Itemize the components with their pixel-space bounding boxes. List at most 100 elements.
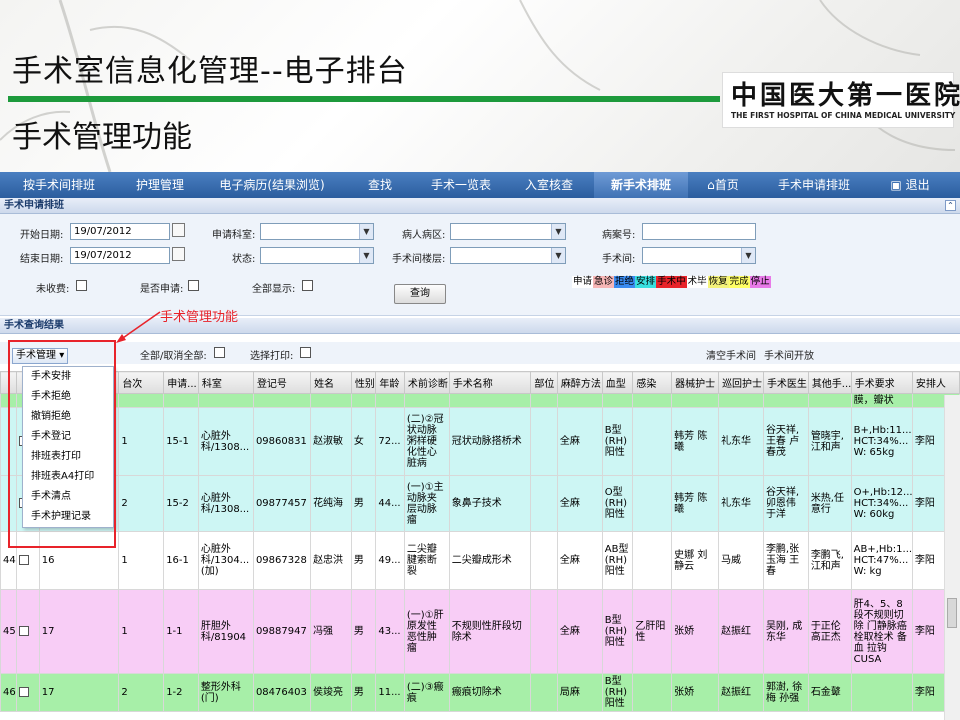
nav-new-schedule[interactable]: 新手术排班 <box>594 172 688 198</box>
col-header[interactable]: 性别 <box>350 371 377 394</box>
query-button[interactable]: 查询 <box>394 284 446 304</box>
table-cell: 全麻 <box>556 589 603 674</box>
cell-text: 男 <box>353 555 364 566</box>
col-header[interactable]: 台次 <box>118 371 165 394</box>
col-header[interactable]: 手术医生 <box>762 371 809 394</box>
row-checkbox[interactable] <box>19 555 30 565</box>
table-cell: 49... <box>375 531 405 590</box>
menu-item-register[interactable]: 手术登记 <box>23 427 113 447</box>
end-date-input[interactable]: 19/07/2012 <box>70 247 170 264</box>
cell-text: 1-2 <box>166 687 183 698</box>
menu-item-undo-reject[interactable]: 撤销拒绝 <box>23 407 113 427</box>
col-header[interactable]: 手术名称 <box>448 371 532 394</box>
menu-item-arrange[interactable]: 手术安排 <box>23 367 113 387</box>
cell-text: 二尖瓣成形术 <box>451 555 512 566</box>
col-header[interactable]: 手术要求 <box>850 371 913 394</box>
floor-select[interactable]: ▼ <box>450 247 566 264</box>
cell-text: 16 <box>41 555 55 566</box>
cell-text: 17 <box>41 687 55 698</box>
showall-checkbox[interactable] <box>302 280 313 291</box>
cell-text: 09877457 <box>255 498 307 509</box>
grid-header: 台次 申请... 科室 登记号 姓名 性别 年龄 术前诊断 手术名称 部位 麻醉… <box>0 371 960 394</box>
table-cell: 冠状动脉搭桥术 <box>448 407 532 476</box>
table-row[interactable]: 膜，瓣状 <box>0 393 960 408</box>
logo-cn-text: 中国医大第一医院 <box>731 81 960 111</box>
menu-item-count[interactable]: 手术清点 <box>23 487 113 507</box>
table-row[interactable]: 2 15-2 心脏外科/1308... 09877457 花纯海男 44... (一)①主动… <box>0 475 960 532</box>
unpaid-checkbox[interactable] <box>76 280 87 291</box>
col-header[interactable]: 安排人 <box>911 371 960 394</box>
case-no-input[interactable] <box>642 223 756 240</box>
table-cell <box>530 673 558 712</box>
nav-surgery-list[interactable]: 手术一览表 <box>418 172 504 198</box>
calendar-icon[interactable] <box>172 223 185 237</box>
table-cell: O+,Hb:12... HCT:34%... W: 60kg <box>850 475 913 532</box>
nav-emr[interactable]: 电子病历(结果浏览) <box>202 172 342 198</box>
col-header[interactable]: 巡回护士 <box>718 371 764 394</box>
col-header[interactable]: 姓名 <box>310 371 352 394</box>
select-print-checkbox[interactable] <box>300 347 311 358</box>
col-header[interactable]: 器械护士 <box>671 371 720 394</box>
nav-exit[interactable]: ▣ 退出 <box>870 172 950 198</box>
table-cell: B+,Hb:11... HCT:34%... W: 65kg <box>850 407 913 476</box>
col-header[interactable]: 申请... <box>163 371 199 394</box>
select-all-checkbox[interactable] <box>214 347 225 358</box>
table-row[interactable]: 1 15-1 心脏外科/1308... 09860831 赵淑敏女 72... (二)②冠状… <box>0 407 960 476</box>
col-header[interactable]: 术前诊断 <box>403 371 450 394</box>
nav-home-label: 首页 <box>714 178 739 192</box>
nav-room-check[interactable]: 入室核查 <box>504 172 594 198</box>
cell-text: (二)③瘢痕 <box>406 681 444 704</box>
status-legend: 申请 急诊 拒绝 安排 手术中 术毕 恢复 完成 停止 <box>572 276 771 288</box>
col-header[interactable]: 科室 <box>197 371 254 394</box>
table-cell: 2 <box>118 673 165 712</box>
row-checkbox[interactable] <box>19 687 30 697</box>
table-cell: 17 <box>38 673 120 712</box>
menu-item-print-a4[interactable]: 排班表A4打印 <box>23 467 113 487</box>
nav-home[interactable]: ⌂首页 <box>688 172 758 198</box>
table-row[interactable]: 46 17 2 1-2 整形外科(门) 08476403 侯竣亮男 11... (二)③瘢痕 瘢痕… <box>0 673 960 712</box>
clear-room-link[interactable]: 清空手术间 <box>706 347 756 362</box>
table-cell: 男 <box>350 589 377 674</box>
col-header[interactable]: 其他手... <box>807 371 852 394</box>
nav-nursing[interactable]: 护理管理 <box>118 172 202 198</box>
menu-item-nursing-record[interactable]: 手术护理记录 <box>23 507 113 527</box>
scrollbar-thumb[interactable] <box>947 598 957 628</box>
table-cell: 09887947 <box>252 589 312 674</box>
room-open-link[interactable]: 手术间开放 <box>764 347 814 362</box>
table-row[interactable]: 44 16 1 16-1 心脏外科/1304...(加) 09867328 赵忠洪男 49..… <box>0 531 960 590</box>
menu-item-print-schedule[interactable]: 排班表打印 <box>23 447 113 467</box>
row-checkbox[interactable] <box>19 626 30 636</box>
cell-text: 15-2 <box>166 498 189 509</box>
collapse-icon[interactable]: ⌃ <box>945 200 956 211</box>
ward-select[interactable]: ▼ <box>450 223 566 240</box>
calendar-icon[interactable] <box>172 247 185 261</box>
col-header[interactable]: 年龄 <box>375 371 405 394</box>
showall-label: 全部显示: <box>252 284 296 295</box>
room-select[interactable]: ▼ <box>642 247 756 264</box>
nav-apply-schedule[interactable]: 手术申请排班 <box>758 172 870 198</box>
col-header[interactable]: 部位 <box>530 371 558 394</box>
status-select[interactable]: ▼ <box>260 247 374 264</box>
surgery-manage-button[interactable]: 手术管理 ▾ <box>12 348 69 364</box>
slide-title: 手术室信息化管理--电子排台 <box>12 54 408 89</box>
cell-text: 冯强 <box>313 626 334 637</box>
col-header[interactable]: 感染 <box>632 371 673 394</box>
col-header[interactable]: 登记号 <box>252 371 312 394</box>
nav-search[interactable]: 查找 <box>342 172 418 198</box>
dept-select[interactable]: ▼ <box>260 223 374 240</box>
table-cell: 赵淑敏 <box>310 407 352 476</box>
menu-item-reject[interactable]: 手术拒绝 <box>23 387 113 407</box>
ward-label: 病人病区: <box>402 230 446 241</box>
table-cell: 男 <box>350 673 377 712</box>
start-date-input[interactable]: 19/07/2012 <box>70 223 170 240</box>
floor-label: 手术间楼层: <box>392 254 446 265</box>
table-row[interactable]: 45 17 1 1-1 肝胆外科/81904 09887947 冯强 男 43... (一)①肝原… <box>0 589 960 674</box>
slide-subtitle: 手术管理功能 <box>12 120 192 155</box>
col-header[interactable]: 血型 <box>601 371 634 394</box>
col-header[interactable]: 麻醉方法 <box>556 371 603 394</box>
nav-room-schedule[interactable]: 按手术间排班 <box>0 172 118 198</box>
cell-text: 瘢痕切除术 <box>451 687 502 698</box>
cell-text: 谷天祥,卯恩伟 于洋 <box>765 487 800 520</box>
reapply-checkbox[interactable] <box>188 280 199 291</box>
grid-scrollbar[interactable] <box>944 395 960 720</box>
